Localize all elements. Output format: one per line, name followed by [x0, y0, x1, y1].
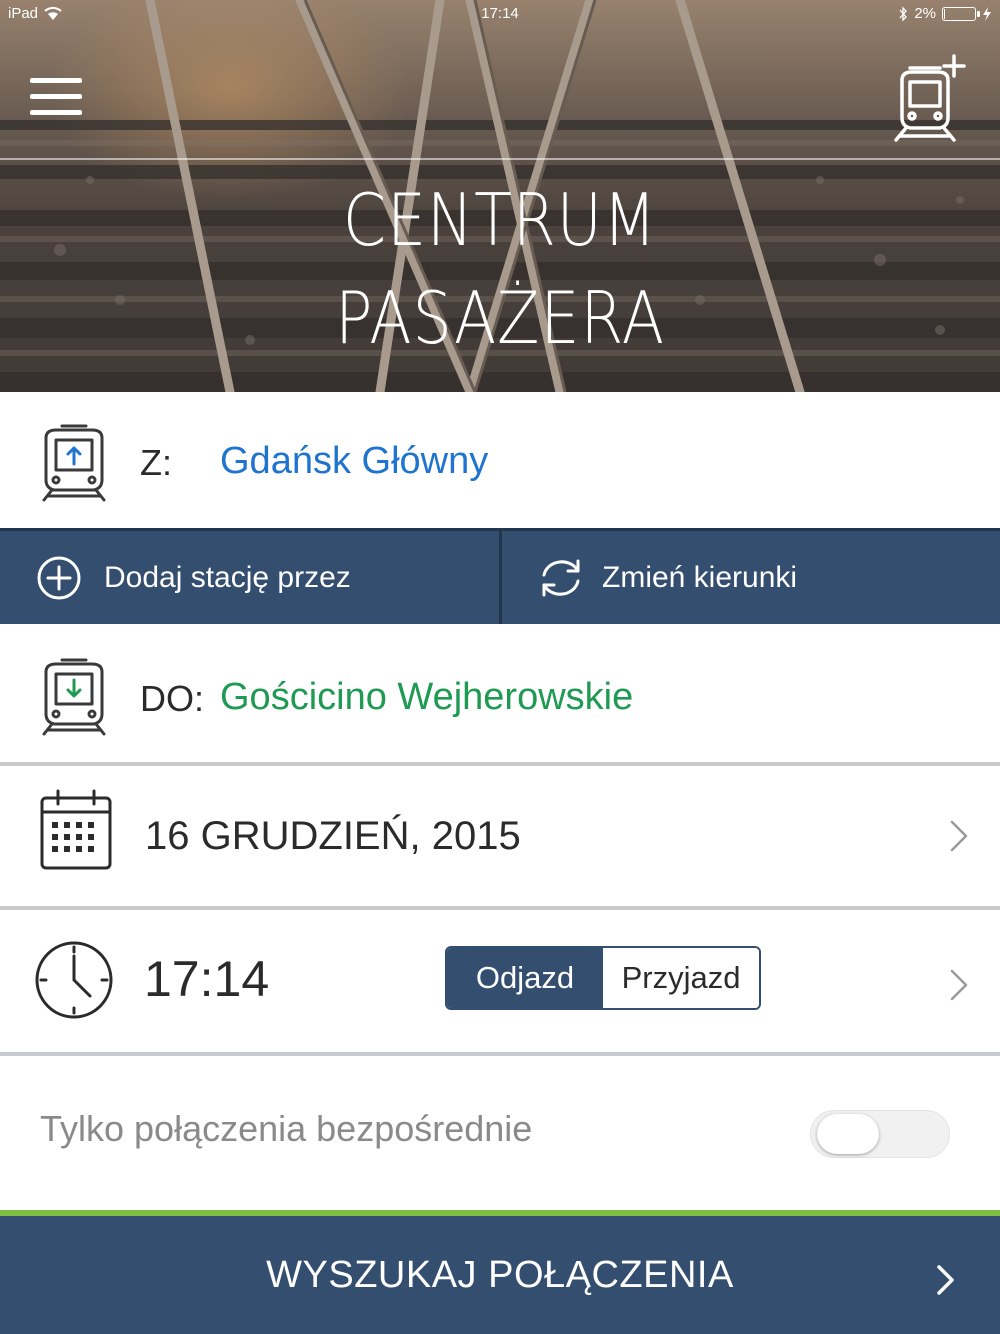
clock-icon — [35, 941, 113, 1019]
direct-connections-switch[interactable] — [810, 1110, 950, 1158]
hero-header: iPad 17:14 2% CENTRUM PASAŻERA — [0, 0, 1000, 392]
page-title-line2: PASAŻERA — [335, 276, 665, 360]
train-add-icon[interactable] — [892, 52, 970, 148]
plus-circle-icon — [37, 556, 81, 599]
swap-arrows-icon — [542, 559, 580, 596]
swap-direction-button[interactable]: Zmień kierunki — [502, 531, 1000, 624]
from-station-row[interactable]: Z: Gdańsk Główny — [0, 392, 1000, 526]
date-value: 16 GRUDZIEŃ, 2015 — [145, 814, 521, 858]
swap-direction-label: Zmień kierunki — [602, 560, 798, 594]
to-label: DO: — [140, 678, 205, 719]
arrival-option[interactable]: Przyjazd — [603, 948, 759, 1008]
search-connections-button[interactable]: WYSZUKAJ POŁĄCZENIA — [0, 1210, 1000, 1334]
date-chevron-right-icon[interactable] — [948, 819, 970, 853]
status-time: 17:14 — [481, 5, 519, 22]
train-arrival-icon — [42, 658, 106, 736]
time-chevron-right-icon[interactable] — [948, 968, 970, 1002]
status-bar: iPad 17:14 2% — [0, 0, 1000, 28]
date-row[interactable]: 16 GRUDZIEŃ, 2015 — [0, 766, 1000, 906]
train-departure-icon — [42, 424, 106, 502]
bluetooth-icon — [899, 5, 908, 22]
page-title-line1: CENTRUM — [342, 178, 658, 262]
switch-knob — [817, 1114, 879, 1154]
route-actions-bar: Dodaj stację przez Zmień kierunki — [0, 528, 1000, 624]
battery-icon — [942, 6, 980, 21]
battery-percent: 2% — [914, 5, 936, 22]
hamburger-menu-icon[interactable] — [30, 78, 82, 118]
chevron-right-icon — [937, 1265, 954, 1295]
from-label: Z: — [140, 442, 172, 483]
header-divider — [0, 158, 1000, 160]
departure-arrival-toggle: Odjazd Przyjazd — [445, 946, 761, 1010]
add-via-label: Dodaj stację przez — [104, 560, 351, 594]
time-value: 17:14 — [144, 951, 270, 1007]
direct-connections-label: Tylko połączenia bezpośrednie — [40, 1108, 533, 1149]
search-connections-label: WYSZUKAJ POŁĄCZENIA — [266, 1254, 734, 1296]
from-station-value[interactable]: Gdańsk Główny — [220, 440, 488, 483]
to-station-value[interactable]: Gościcino Wejherowskie — [220, 676, 633, 719]
departure-option[interactable]: Odjazd — [447, 948, 603, 1008]
calendar-icon — [40, 789, 112, 870]
charging-icon — [983, 6, 991, 21]
add-via-station-button[interactable]: Dodaj stację przez — [0, 531, 500, 624]
to-station-row[interactable]: DO: Gościcino Wejherowskie — [0, 626, 1000, 760]
